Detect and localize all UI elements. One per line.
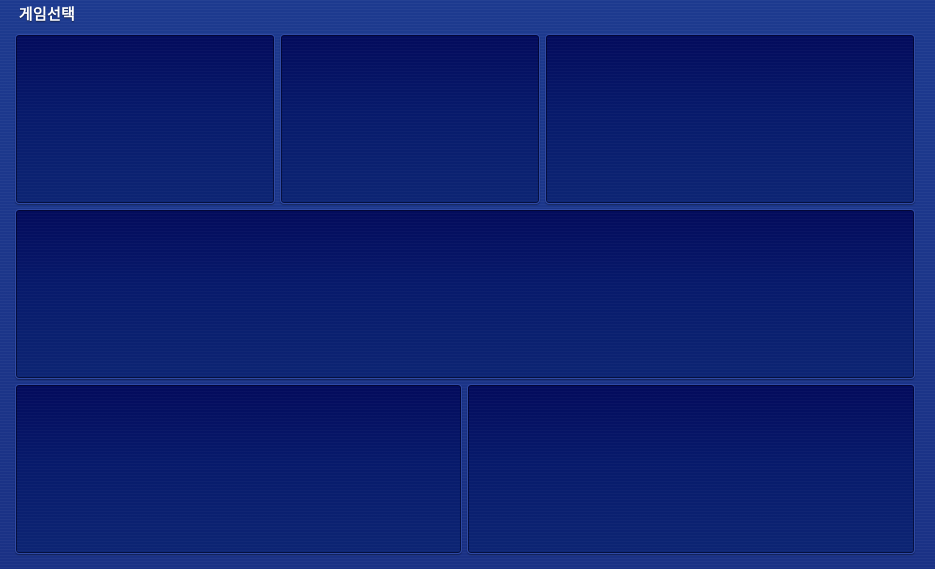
game-tile-6[interactable] <box>467 384 915 554</box>
game-tile-1[interactable] <box>15 34 275 204</box>
game-tile-5[interactable] <box>15 384 462 554</box>
game-tile-2[interactable] <box>280 34 540 204</box>
page-title: 게임선택 <box>19 5 76 23</box>
game-tile-4[interactable] <box>15 209 915 379</box>
game-tile-3[interactable] <box>545 34 915 204</box>
